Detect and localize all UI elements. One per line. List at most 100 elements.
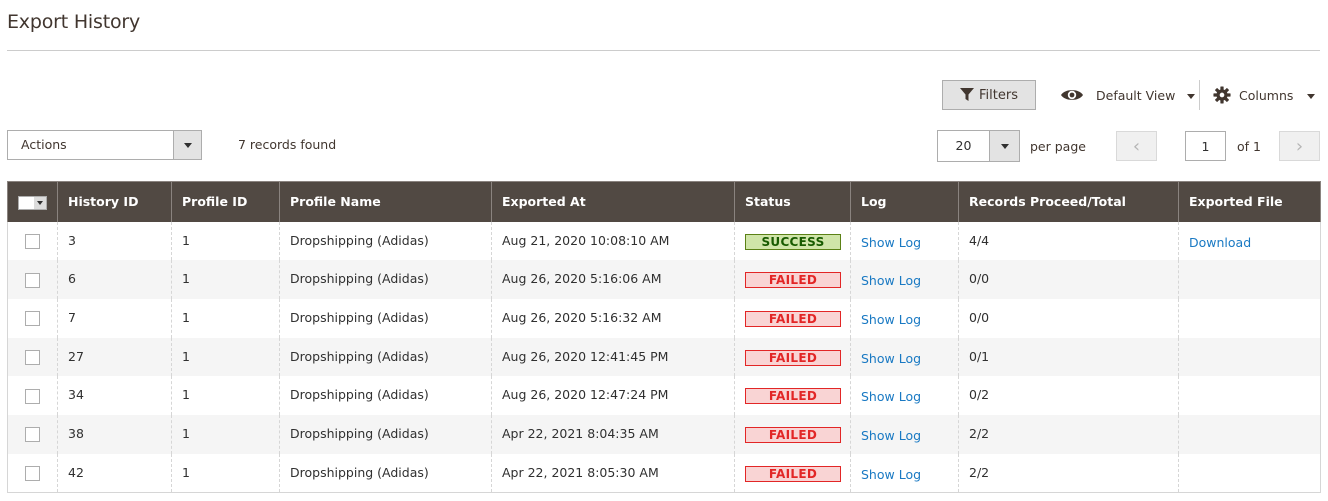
columns-label: Columns	[1239, 87, 1294, 103]
row-checkbox[interactable]	[25, 349, 40, 365]
chevron-down-icon	[1187, 93, 1196, 99]
show-log-link[interactable]: Show Log	[861, 351, 921, 366]
table-row: 42 1 Dropshipping (Adidas) Apr 22, 2021 8:0…	[7, 453, 1321, 493]
cell-profile-name: Dropshipping (Adidas)	[279, 337, 492, 377]
cell-profile-name: Dropshipping (Adidas)	[279, 453, 492, 493]
grid-header-row: History ID Profile ID Profile Name Expor…	[7, 181, 1321, 222]
column-header-status[interactable]: Status	[734, 181, 851, 222]
show-log-link[interactable]: Show Log	[861, 235, 921, 250]
cell-profile-id: 1	[171, 260, 280, 299]
cell-status: FAILED	[734, 376, 851, 415]
column-header-profile-name[interactable]: Profile Name	[279, 181, 492, 222]
table-row: 6 1 Dropshipping (Adidas) Aug 26, 2020 5:16…	[7, 260, 1321, 299]
cell-status: FAILED	[734, 260, 851, 299]
page-total: of 1	[1237, 139, 1261, 154]
cell-records: 0/0	[958, 260, 1179, 299]
previous-page-button[interactable]: ‹	[1116, 131, 1157, 161]
per-page-toggle[interactable]	[989, 131, 1019, 161]
columns-button[interactable]: Columns	[1213, 82, 1316, 108]
show-log-link[interactable]: Show Log	[861, 273, 921, 288]
column-header-history-id[interactable]: History ID	[57, 181, 172, 222]
table-row: 27 1 Dropshipping (Adidas) Aug 26, 2020 12:…	[7, 337, 1321, 377]
status-badge: FAILED	[745, 310, 841, 327]
column-header-log[interactable]: Log	[850, 181, 959, 222]
cell-records: 4/4	[958, 221, 1179, 261]
status-badge: FAILED	[745, 349, 841, 366]
row-checkbox[interactable]	[25, 427, 40, 443]
cell-profile-name: Dropshipping (Adidas)	[279, 260, 492, 299]
cell-history-id: 34	[57, 376, 172, 415]
cell-exported-file: Download	[1178, 221, 1321, 261]
cell-log: Show Log	[850, 453, 959, 493]
chevron-down-icon	[1000, 143, 1009, 149]
per-page-dropdown[interactable]: 20	[937, 130, 1020, 162]
view-switcher[interactable]: Default View	[1060, 82, 1196, 108]
row-checkbox[interactable]	[25, 272, 40, 288]
filters-button[interactable]: Filters	[942, 80, 1036, 110]
row-checkbox[interactable]	[25, 388, 40, 404]
mass-select-checkbox[interactable]	[18, 195, 47, 210]
cell-exported-at: Aug 26, 2020 5:16:32 AM	[491, 298, 735, 338]
cell-log: Show Log	[850, 298, 959, 338]
cell-log: Show Log	[850, 376, 959, 415]
row-select-cell	[7, 298, 58, 338]
chevron-right-icon: ›	[1295, 135, 1304, 157]
cell-exported-file	[1178, 337, 1321, 377]
show-log-link[interactable]: Show Log	[861, 389, 921, 404]
cell-profile-id: 1	[171, 376, 280, 415]
cell-exported-file	[1178, 453, 1321, 493]
row-select-cell	[7, 414, 58, 454]
cell-records: 0/1	[958, 337, 1179, 377]
actions-dropdown-toggle[interactable]	[173, 131, 201, 159]
row-checkbox[interactable]	[25, 311, 40, 327]
cell-log: Show Log	[850, 260, 959, 299]
show-log-link[interactable]: Show Log	[861, 428, 921, 443]
mass-select-header[interactable]	[7, 181, 58, 222]
next-page-button[interactable]: ›	[1279, 131, 1320, 161]
table-row: 34 1 Dropshipping (Adidas) Aug 26, 2020 12:…	[7, 376, 1321, 415]
cell-log: Show Log	[850, 337, 959, 377]
table-row: 38 1 Dropshipping (Adidas) Apr 22, 2021 8:0…	[7, 414, 1321, 454]
cell-profile-name: Dropshipping (Adidas)	[279, 414, 492, 454]
row-select-cell	[7, 260, 58, 299]
row-select-cell	[7, 453, 58, 493]
current-page-input[interactable]	[1185, 131, 1226, 161]
cell-profile-id: 1	[171, 337, 280, 377]
cell-records: 0/2	[958, 376, 1179, 415]
download-link[interactable]: Download	[1189, 235, 1251, 250]
cell-history-id: 3	[57, 221, 172, 261]
cell-log: Show Log	[850, 221, 959, 261]
gear-icon	[1213, 86, 1231, 104]
column-header-profile-id[interactable]: Profile ID	[171, 181, 280, 222]
show-log-link[interactable]: Show Log	[861, 467, 921, 482]
row-checkbox[interactable]	[25, 233, 40, 249]
cell-history-id: 42	[57, 453, 172, 493]
status-badge: FAILED	[745, 388, 841, 405]
actions-label: Actions	[21, 137, 67, 152]
export-history-grid: History ID Profile ID Profile Name Expor…	[7, 181, 1321, 493]
column-header-records[interactable]: Records Proceed/Total	[958, 181, 1179, 222]
cell-status: FAILED	[734, 414, 851, 454]
chevron-down-icon	[37, 200, 43, 205]
cell-profile-name: Dropshipping (Adidas)	[279, 376, 492, 415]
row-select-cell	[7, 337, 58, 377]
cell-exported-at: Aug 26, 2020 12:47:24 PM	[491, 376, 735, 415]
actions-dropdown[interactable]: Actions	[7, 130, 202, 160]
chevron-down-icon	[183, 142, 192, 148]
cell-profile-id: 1	[171, 298, 280, 338]
column-header-exported-at[interactable]: Exported At	[491, 181, 735, 222]
eye-icon	[1061, 90, 1083, 100]
row-checkbox[interactable]	[25, 465, 40, 481]
cell-profile-id: 1	[171, 453, 280, 493]
cell-status: FAILED	[734, 453, 851, 493]
cell-exported-at: Apr 22, 2021 8:05:30 AM	[491, 453, 735, 493]
cell-log: Show Log	[850, 414, 959, 454]
toolbar-divider	[1199, 80, 1200, 110]
cell-exported-at: Aug 26, 2020 5:16:06 AM	[491, 260, 735, 299]
column-header-exported-file[interactable]: Exported File	[1178, 181, 1321, 222]
title-divider	[7, 50, 1320, 51]
table-row: 7 1 Dropshipping (Adidas) Aug 26, 2020 5:16…	[7, 298, 1321, 338]
chevron-down-icon	[1307, 93, 1316, 99]
show-log-link[interactable]: Show Log	[861, 312, 921, 327]
page-title: Export History	[7, 11, 141, 33]
